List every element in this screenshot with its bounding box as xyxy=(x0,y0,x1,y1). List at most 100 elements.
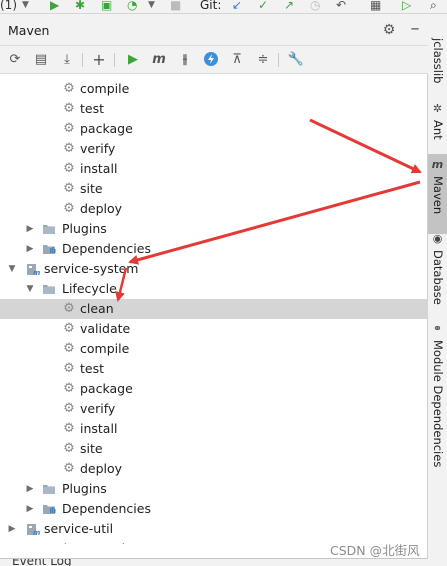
tree-item-label: deploy xyxy=(80,461,123,476)
generate-sources-icon[interactable]: ▤ xyxy=(32,51,50,69)
lifecycle-folder-icon xyxy=(42,282,56,296)
tab-ant[interactable]: ✲ Ant xyxy=(428,100,447,144)
settings-wrench-icon[interactable]: 🔧 xyxy=(287,51,305,69)
tree-item-goal[interactable]: ⚙ package xyxy=(0,379,428,399)
tab-maven-label: Maven xyxy=(431,176,445,215)
show-dependencies-icon[interactable]: ⊼ xyxy=(228,51,246,69)
gear-icon: ⚙ xyxy=(63,81,75,96)
tree-item-goal[interactable]: ⚙ compile xyxy=(0,339,428,359)
tree-item-goal[interactable]: ⚙ deploy xyxy=(0,199,428,219)
profile-icon[interactable]: ◔ xyxy=(127,0,137,13)
git-push-icon[interactable]: ↗ xyxy=(284,0,294,13)
history-icon[interactable]: ◷ xyxy=(310,0,320,13)
maven-toolbar: ⟳ ▤ ⤓ + ▶ m ⫲ ⊼ ≑ 🔧 xyxy=(0,46,428,74)
chevron-right-icon[interactable]: ▶ xyxy=(7,539,17,544)
download-icon[interactable]: ⤓ xyxy=(58,51,76,69)
gear-icon: ⚙ xyxy=(63,301,75,316)
tree-item-folder[interactable]: ▶ Dependencies xyxy=(0,239,428,259)
tab-jclasslib[interactable]: jclasslib xyxy=(428,34,447,98)
tree-item-goal[interactable]: ⚙ site xyxy=(0,439,428,459)
chevron-down-icon[interactable]: ▼ xyxy=(22,0,29,13)
chevron-right-icon[interactable]: ▶ xyxy=(25,219,35,239)
tab-jclasslib-label: jclasslib xyxy=(431,38,445,84)
gear-icon: ⚙ xyxy=(63,201,75,216)
chevron-right-icon[interactable]: ▶ xyxy=(25,479,35,499)
collapse-all-icon[interactable]: ≑ xyxy=(254,51,272,69)
tree-item-goal[interactable]: ⚙ deploy xyxy=(0,459,428,479)
tab-database[interactable]: ◉ Database xyxy=(428,228,447,308)
chevron-right-icon[interactable]: ▶ xyxy=(7,519,17,539)
run-icon[interactable]: ▶ xyxy=(50,0,59,13)
gear-icon: ⚙ xyxy=(63,181,75,196)
tree-item-goal[interactable]: ⚙ install xyxy=(0,419,428,439)
tree-item-label: verify xyxy=(80,141,116,156)
run-config-selector[interactable]: (1) xyxy=(0,0,17,13)
tree-item-label: Plugins xyxy=(62,221,107,236)
run-icon[interactable]: ▶ xyxy=(124,51,142,69)
add-icon[interactable]: + xyxy=(90,51,108,69)
tree-item-goal[interactable]: ⚙ test xyxy=(0,359,428,379)
tree-item-folder[interactable]: ▶ Plugins xyxy=(0,479,428,499)
tree-item-label: Lifecycle xyxy=(62,281,117,296)
reload-icon[interactable]: ⟳ xyxy=(6,51,24,69)
maven-module-icon: m xyxy=(26,262,40,277)
tree-item-folder[interactable]: ▶ Plugins xyxy=(0,219,428,239)
tree-item-label: test xyxy=(80,361,105,376)
tree-item-folder[interactable]: ▶ Dependencies xyxy=(0,499,428,519)
tree-item-label: install xyxy=(80,161,118,176)
dependencies-folder-icon xyxy=(42,242,56,256)
git-update-icon[interactable]: ↙ xyxy=(232,0,242,13)
tree-item-module[interactable]: ▶ m service-util xyxy=(0,519,428,539)
chevron-down-icon[interactable]: ▼ xyxy=(7,259,17,279)
gear-icon: ⚙ xyxy=(63,441,75,456)
tree-item-goal[interactable]: ⚙ install xyxy=(0,159,428,179)
tree-item-goal[interactable]: ⚙ clean xyxy=(0,299,428,319)
maven-projects-tree: ⚙ compile ⚙ test ⚙ package ⚙ verify ⚙ install ⚙ sit… xyxy=(0,74,428,544)
project-structure-icon[interactable]: ▦ xyxy=(370,0,381,13)
toggle-offline-icon[interactable]: ⫲ xyxy=(176,51,194,69)
chevron-right-icon[interactable]: ▶ xyxy=(25,239,35,259)
event-log-label: Event Log xyxy=(12,558,72,566)
gear-icon: ⚙ xyxy=(63,121,75,136)
tree-item-goal[interactable]: ⚙ compile xyxy=(0,79,428,99)
plugins-folder-icon xyxy=(42,222,56,236)
minimize-icon[interactable]: – xyxy=(407,20,423,38)
gear-icon[interactable]: ⚙ xyxy=(381,22,397,38)
gear-icon: ⚙ xyxy=(63,141,75,156)
tree-item-goal[interactable]: ⚙ package xyxy=(0,119,428,139)
event-log-tab[interactable]: Event Log xyxy=(0,558,428,566)
coverage-icon[interactable]: ▣ xyxy=(101,0,112,13)
tree-item-goal[interactable]: ⚙ verify xyxy=(0,139,428,159)
panel-title: Maven xyxy=(8,23,50,38)
tab-module-dependencies[interactable]: ⚭ Module Dependencies xyxy=(428,320,447,470)
tree-item-goal[interactable]: ⚙ site xyxy=(0,179,428,199)
search-icon[interactable]: ⌕ xyxy=(430,0,437,13)
tab-maven[interactable]: m Maven xyxy=(428,154,447,234)
run-anything-icon[interactable]: ▷ xyxy=(402,0,411,13)
gear-icon: ⚙ xyxy=(63,161,75,176)
tree-item-label: Dependencies xyxy=(62,241,151,256)
gear-icon: ⚙ xyxy=(63,101,75,116)
toolbar-separator xyxy=(278,53,279,67)
svg-text:m: m xyxy=(33,529,40,536)
chevron-right-icon[interactable]: ▶ xyxy=(25,499,35,519)
chevron-down-icon[interactable]: ▼ xyxy=(25,279,35,299)
skip-tests-icon[interactable] xyxy=(202,51,220,69)
debug-icon[interactable]: ✱ xyxy=(75,0,85,13)
watermark: CSDN @北街风 xyxy=(330,543,420,558)
rollback-icon[interactable]: ↶ xyxy=(336,0,346,13)
tree-item-goal[interactable]: ⚙ validate xyxy=(0,319,428,339)
tree-item-module[interactable]: ▼ m service-system xyxy=(0,259,428,279)
tab-database-label: Database xyxy=(431,250,445,305)
tree-item-folder[interactable]: ▼ Lifecycle xyxy=(0,279,428,299)
tree-item-goal[interactable]: ⚙ test xyxy=(0,99,428,119)
git-commit-icon[interactable]: ✓ xyxy=(258,0,268,13)
tree-item-goal[interactable]: ⚙ verify xyxy=(0,399,428,419)
plugins-folder-icon xyxy=(42,482,56,496)
stop-icon[interactable]: ■ xyxy=(170,0,181,13)
database-icon: ◉ xyxy=(432,232,443,245)
maven-module-icon: m xyxy=(26,542,40,544)
execute-goal-icon[interactable]: m xyxy=(150,51,168,69)
profile-chevron-icon[interactable]: ▼ xyxy=(148,0,155,13)
toolbar-separator xyxy=(114,53,115,67)
